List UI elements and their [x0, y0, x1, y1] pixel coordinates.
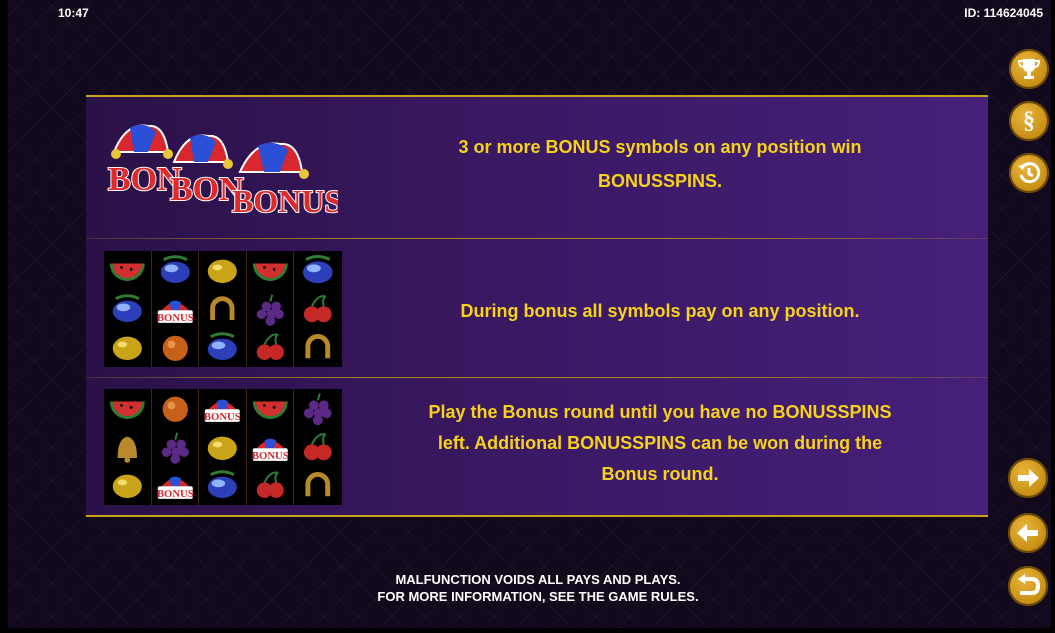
row-divider	[86, 377, 988, 378]
horseshoe-symbol	[199, 289, 247, 329]
arrow-right-icon	[1018, 469, 1039, 487]
cherry-symbol	[247, 466, 295, 505]
panel-border-bottom	[86, 515, 988, 517]
panel-border-top	[86, 95, 988, 97]
svg-text:BONUS: BONUS	[232, 183, 338, 219]
grapes-symbol	[294, 389, 342, 428]
svg-text:BONUS: BONUS	[252, 450, 289, 462]
rule-text-1: 3 or more BONUS symbols on any position …	[458, 137, 862, 191]
previous-page-button[interactable]	[1008, 513, 1048, 553]
rules-button[interactable]: §	[1009, 101, 1049, 141]
section-sign-icon: §	[1023, 107, 1035, 134]
trophy-icon	[1017, 59, 1041, 79]
lemon-symbol	[104, 466, 152, 505]
grapes-symbol	[247, 289, 295, 329]
bell-symbol	[104, 427, 152, 467]
bonus-symbol: BONUS	[199, 389, 247, 428]
clock: 10:47	[58, 6, 89, 20]
svg-text:BONUS: BONUS	[204, 411, 241, 423]
symbol-grid-bonus-pays: BONUS	[104, 251, 342, 367]
orange-symbol	[152, 328, 200, 367]
plum-symbol	[104, 289, 152, 329]
bonus-symbol: BONUS	[152, 289, 200, 329]
frame-edge-bottom	[0, 628, 1055, 633]
cherry-symbol	[294, 290, 342, 329]
cherry-symbol	[294, 428, 342, 467]
grapes-symbol	[152, 427, 200, 467]
orange-symbol	[152, 389, 200, 428]
rule-text-2: During bonus all symbols pay on any posi…	[460, 301, 860, 321]
symbol-grid-bonus-round: BONUS BONUS BONUS	[104, 389, 342, 505]
plum-symbol	[294, 251, 342, 290]
svg-text:BONUS: BONUS	[157, 312, 194, 324]
horseshoe-symbol	[294, 328, 342, 367]
watermelon-symbol	[104, 251, 152, 290]
bonus-symbol: BONUS	[247, 427, 295, 467]
return-to-game-button[interactable]	[1008, 566, 1048, 606]
cherry-symbol	[247, 328, 295, 367]
next-page-button[interactable]	[1008, 458, 1048, 498]
watermelon-symbol	[247, 389, 295, 428]
frame-edge-left	[0, 0, 8, 633]
rule-text-3: Play the Bonus round until you have no B…	[428, 402, 892, 484]
watermelon-symbol	[247, 251, 295, 290]
svg-text:BONUS: BONUS	[157, 488, 194, 500]
bonbonbonus-logo: BON BON BONUS	[107, 124, 338, 220]
bonus-symbol: BONUS	[152, 466, 200, 505]
history-icon	[1018, 162, 1041, 184]
watermelon-symbol	[104, 389, 152, 428]
lemon-symbol	[199, 427, 247, 467]
return-icon	[1018, 574, 1041, 595]
frame-edge-right	[1051, 0, 1055, 633]
lemon-symbol	[199, 251, 247, 290]
plum-symbol	[199, 466, 247, 505]
trophy-button[interactable]	[1009, 49, 1049, 89]
horseshoe-symbol	[294, 466, 342, 505]
disclaimer: MALFUNCTION VOIDS ALL PAYS AND PLAYS. FO…	[377, 572, 699, 604]
arrow-left-icon	[1017, 524, 1038, 542]
lemon-symbol	[104, 328, 152, 367]
row-divider	[86, 238, 988, 239]
plum-symbol	[152, 251, 200, 290]
history-button[interactable]	[1009, 153, 1049, 193]
plum-symbol	[199, 328, 247, 367]
session-id: ID: 114624045	[964, 6, 1043, 20]
